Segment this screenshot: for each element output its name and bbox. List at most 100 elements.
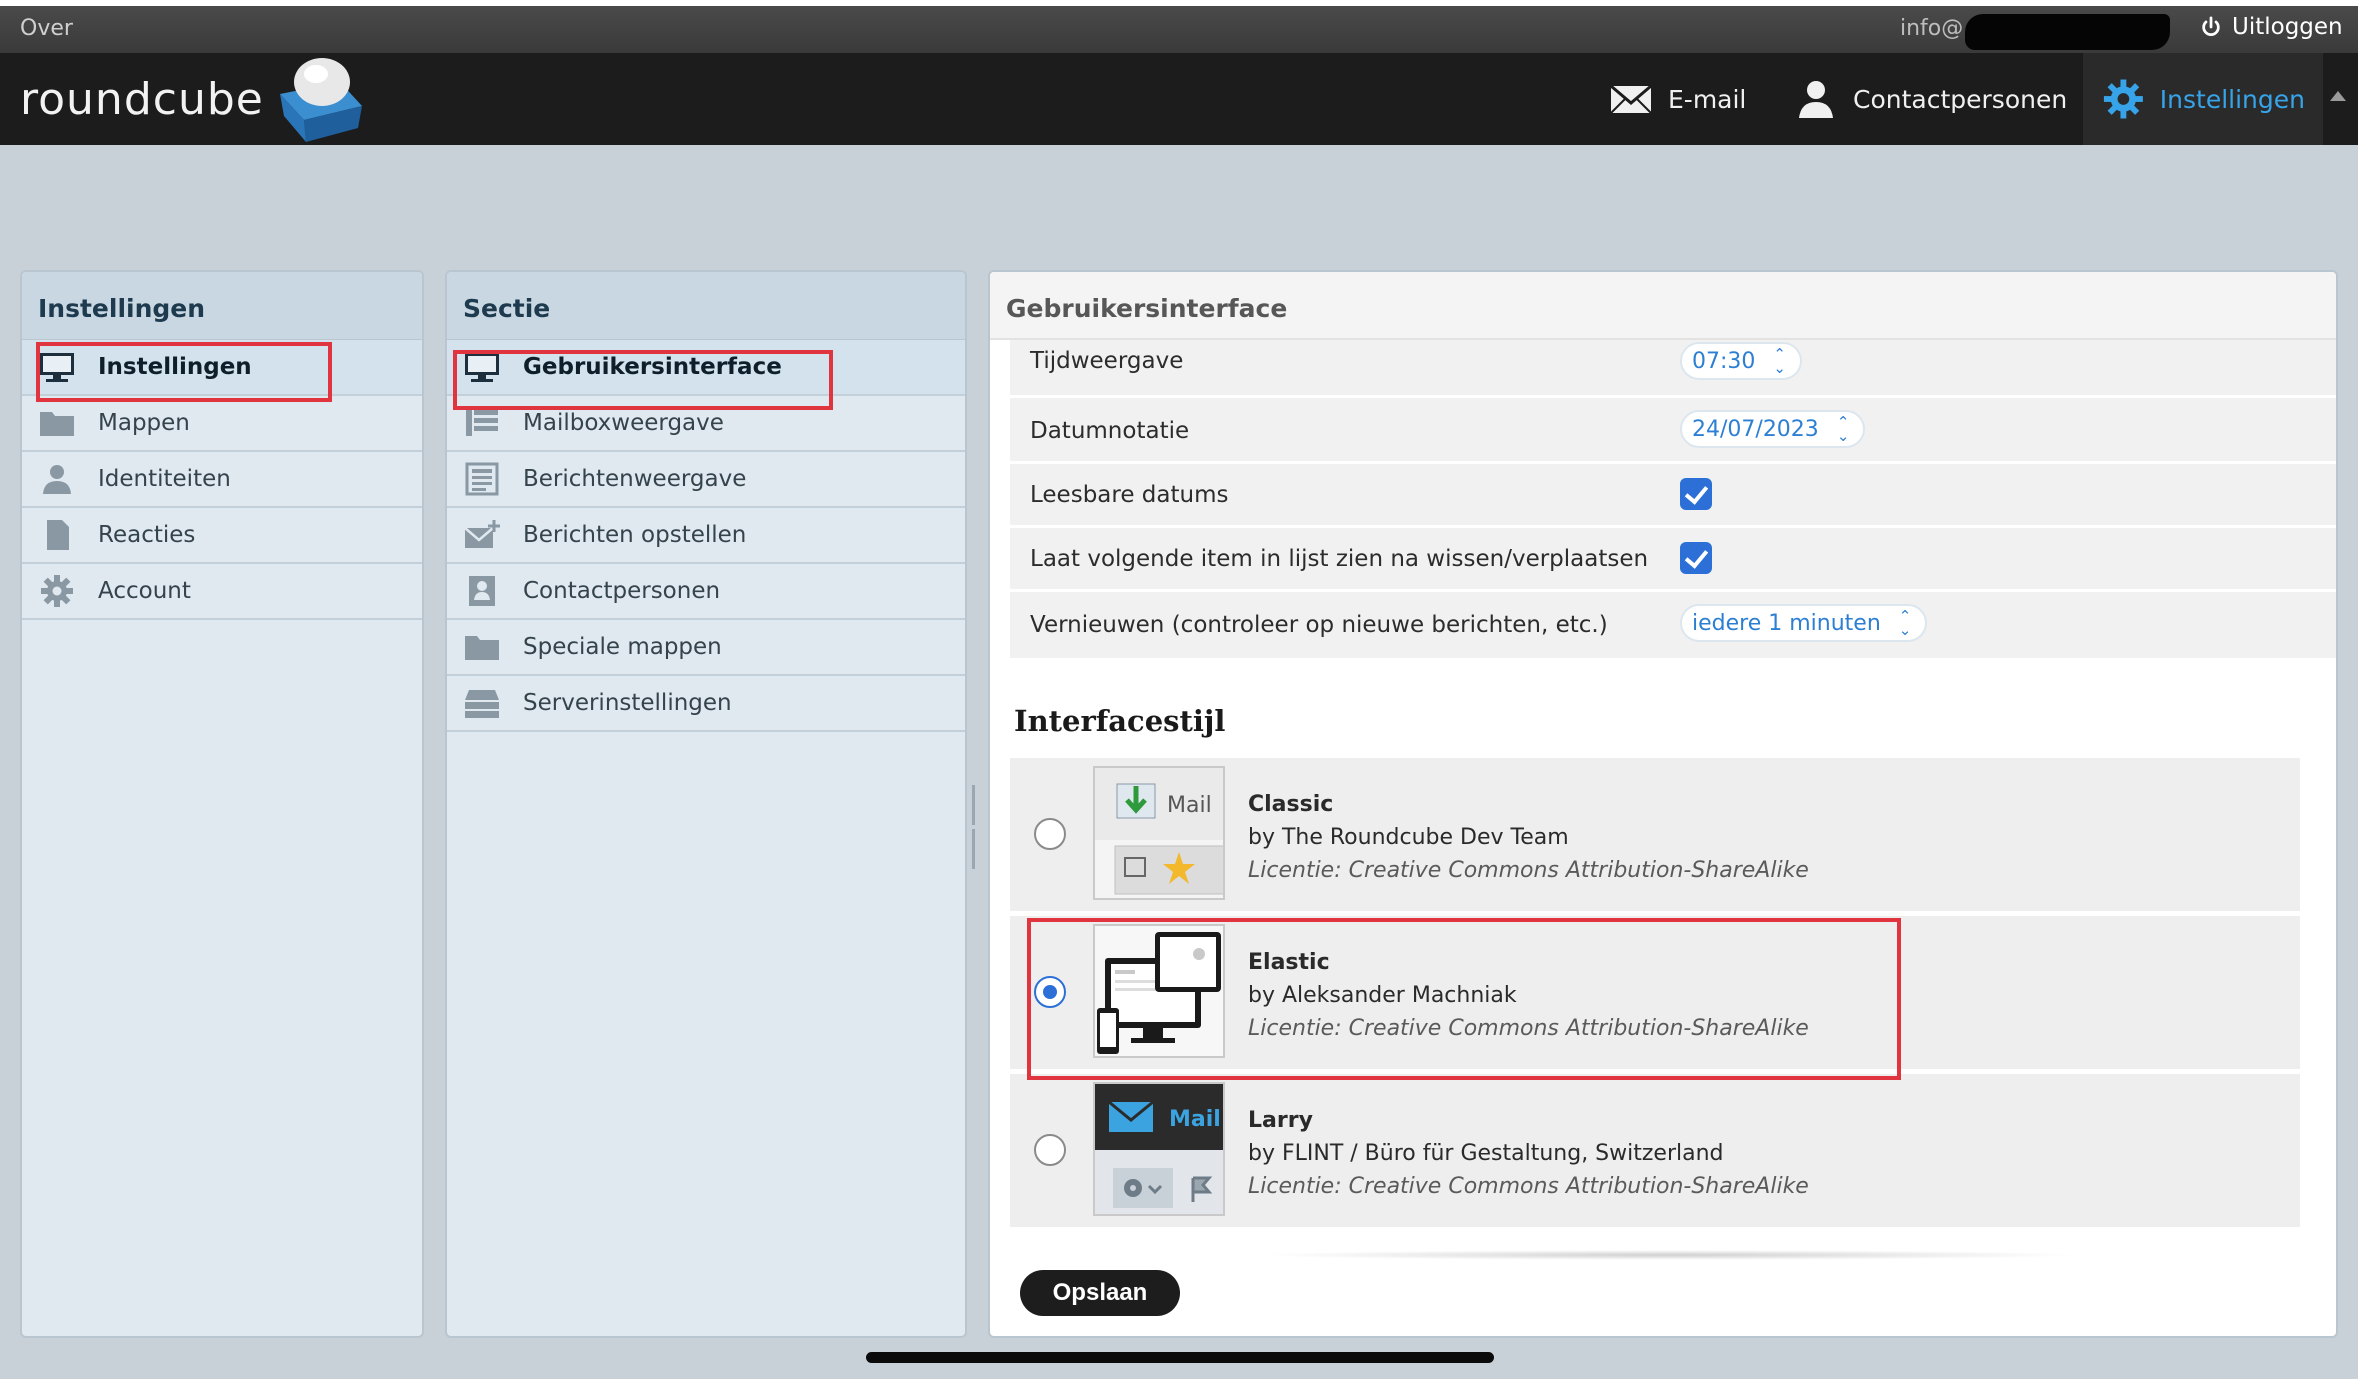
- row-date-format: Datumnotatie 24/07/2023 ⌃ ⌄: [1010, 398, 2336, 464]
- row-label: Leesbare datums: [1030, 482, 1229, 508]
- user-email: info@: [1900, 16, 1964, 41]
- skin-radio-elastic[interactable]: [1034, 976, 1066, 1008]
- redacted-email-mark: [1965, 14, 2170, 50]
- section-item-gebruikersinterface[interactable]: Gebruikersinterface: [447, 340, 965, 396]
- settings-item-account[interactable]: Account: [22, 564, 422, 620]
- chevron-updown-icon: ⌃ ⌄: [1898, 607, 1912, 639]
- tab-settings-label: Instellingen: [2159, 84, 2305, 114]
- settings-item-instellingen[interactable]: Instellingen: [22, 340, 422, 396]
- select-value: iedere 1 minuten: [1692, 610, 1881, 636]
- skin-radio-larry[interactable]: [1034, 1134, 1066, 1166]
- skin-info-larry: Larry by FLINT / Büro für Gestaltung, Sw…: [1248, 1104, 1809, 1203]
- elastic-devices-icon: [1095, 926, 1223, 1056]
- row-refresh: Vernieuwen (controleer op nieuwe bericht…: [1010, 592, 2336, 658]
- settings-item-reacties[interactable]: Reacties: [22, 508, 422, 564]
- logout-button[interactable]: Uitloggen: [2200, 14, 2343, 40]
- section-item-speciale-mappen[interactable]: Speciale mappen: [447, 620, 965, 676]
- compose-icon: [463, 518, 501, 552]
- skin-thumbnail-larry: Mail: [1093, 1082, 1225, 1216]
- skin-license: Licentie: Creative Commons Attribution-S…: [1248, 1016, 1809, 1041]
- section-item-label: Speciale mappen: [523, 634, 722, 660]
- row-label: Tijdweergave: [1030, 348, 1184, 374]
- row-show-next-item: Laat volgende item in lijst zien na wiss…: [1010, 528, 2336, 592]
- gear-icon: [2103, 79, 2143, 119]
- header-bar: roundcube E-mail Contactpersonen Instell…: [0, 53, 2358, 145]
- skin-name: Classic: [1248, 792, 1334, 817]
- person-icon: [1799, 81, 1833, 118]
- person-icon: [38, 462, 76, 496]
- panel-splitter[interactable]: [972, 785, 982, 869]
- main-panel: Gebruikersinterface Tijdweergave 07:30 ⌃…: [988, 270, 2338, 1338]
- settings-item-mappen[interactable]: Mappen: [22, 396, 422, 452]
- folder-icon: [463, 630, 501, 664]
- envelope-icon: [1610, 84, 1652, 114]
- settings-item-label: Instellingen: [98, 354, 252, 380]
- settings-item-identiteiten[interactable]: Identiteiten: [22, 452, 422, 508]
- skin-radio-classic[interactable]: [1034, 818, 1066, 850]
- section-item-contactpersonen[interactable]: Contactpersonen: [447, 564, 965, 620]
- skin-author: by The Roundcube Dev Team: [1248, 825, 1569, 850]
- readable-dates-checkbox[interactable]: [1680, 478, 1712, 510]
- section-item-label: Berichten opstellen: [523, 522, 747, 548]
- main-panel-title: Gebruikersinterface: [990, 272, 2336, 340]
- row-label: Laat volgende item in lijst zien na wiss…: [1030, 546, 1649, 572]
- show-next-item-checkbox[interactable]: [1680, 542, 1712, 574]
- skin-info-elastic: Elastic by Aleksander Machniak Licentie:…: [1248, 946, 1809, 1045]
- top-bar: Over info@ Uitloggen: [0, 6, 2358, 53]
- date-format-select[interactable]: 24/07/2023 ⌃ ⌄: [1680, 410, 1866, 448]
- skin-option-elastic[interactable]: Elastic by Aleksander Machniak Licentie:…: [1010, 916, 2300, 1069]
- skin-license: Licentie: Creative Commons Attribution-S…: [1248, 858, 1809, 883]
- section-item-label: Mailboxweergave: [523, 410, 724, 436]
- section-item-serverinstellingen[interactable]: Serverinstellingen: [447, 676, 965, 732]
- skin-info-classic: Classic by The Roundcube Dev Team Licent…: [1248, 788, 1809, 887]
- message-view-icon: [463, 462, 501, 496]
- power-icon: [2202, 16, 2220, 36]
- row-label: Datumnotatie: [1030, 418, 1190, 444]
- time-format-select[interactable]: 07:30 ⌃ ⌄: [1680, 342, 1802, 380]
- classic-preview-icon: Mail: [1095, 768, 1223, 898]
- skin-thumbnail-classic: Mail: [1093, 766, 1225, 900]
- chevron-updown-icon: ⌃ ⌄: [1773, 345, 1786, 377]
- skin-name: Larry: [1248, 1108, 1313, 1133]
- larry-preview-icon: Mail: [1095, 1084, 1223, 1214]
- folder-icon: [38, 406, 76, 440]
- section-item-mailboxweergave[interactable]: Mailboxweergave: [447, 396, 965, 452]
- monitor-icon: [463, 350, 501, 384]
- select-value: 24/07/2023: [1692, 416, 1819, 442]
- scroll-up-arrow[interactable]: [2330, 91, 2346, 101]
- chevron-updown-icon: ⌃ ⌄: [1836, 413, 1850, 445]
- logout-label: Uitloggen: [2232, 14, 2343, 40]
- tab-contacts[interactable]: Contactpersonen: [1775, 53, 2085, 145]
- settings-panel: Instellingen Instellingen Mappen Identit…: [20, 270, 424, 1338]
- logo-text: roundcube: [20, 73, 264, 125]
- mailbox-list-icon: [463, 406, 501, 440]
- section-item-label: Serverinstellingen: [523, 690, 732, 716]
- skin-thumbnail-elastic: [1093, 924, 1225, 1058]
- section-panel-title: Sectie: [447, 272, 965, 340]
- settings-item-label: Identiteiten: [98, 466, 231, 492]
- skin-option-larry[interactable]: Mail Larry by FLINT / Büro für Gestaltun…: [1010, 1074, 2300, 1227]
- tab-email[interactable]: E-mail: [1590, 53, 1764, 145]
- thumb-label: Mail: [1169, 1107, 1221, 1132]
- skin-section-heading: Interfacestijl: [1014, 704, 1226, 738]
- section-item-label: Berichtenweergave: [523, 466, 747, 492]
- skin-author: by Aleksander Machniak: [1248, 983, 1517, 1008]
- roundcube-logo[interactable]: roundcube: [20, 57, 370, 142]
- row-time-format: Tijdweergave 07:30 ⌃ ⌄: [1010, 340, 2336, 398]
- skin-license: Licentie: Creative Commons Attribution-S…: [1248, 1174, 1809, 1199]
- document-icon: [38, 518, 76, 552]
- settings-item-label: Reacties: [98, 522, 196, 548]
- tab-contacts-label: Contactpersonen: [1853, 84, 2068, 114]
- section-item-berichtenweergave[interactable]: Berichtenweergave: [447, 452, 965, 508]
- thumb-label: Mail: [1167, 793, 1212, 818]
- settings-panel-title: Instellingen: [22, 272, 422, 340]
- save-button[interactable]: Opslaan: [1020, 1270, 1180, 1316]
- skin-option-classic[interactable]: Mail Classic by The Roundcube Dev Team L…: [1010, 758, 2300, 911]
- refresh-interval-select[interactable]: iedere 1 minuten ⌃ ⌄: [1680, 604, 1928, 642]
- about-link[interactable]: Over: [20, 16, 73, 41]
- section-item-berichten-opstellen[interactable]: Berichten opstellen: [447, 508, 965, 564]
- gear-icon: [38, 574, 76, 608]
- settings-item-label: Account: [98, 578, 191, 604]
- divider-shadow: [1260, 1250, 2080, 1260]
- tab-settings[interactable]: Instellingen: [2083, 53, 2323, 145]
